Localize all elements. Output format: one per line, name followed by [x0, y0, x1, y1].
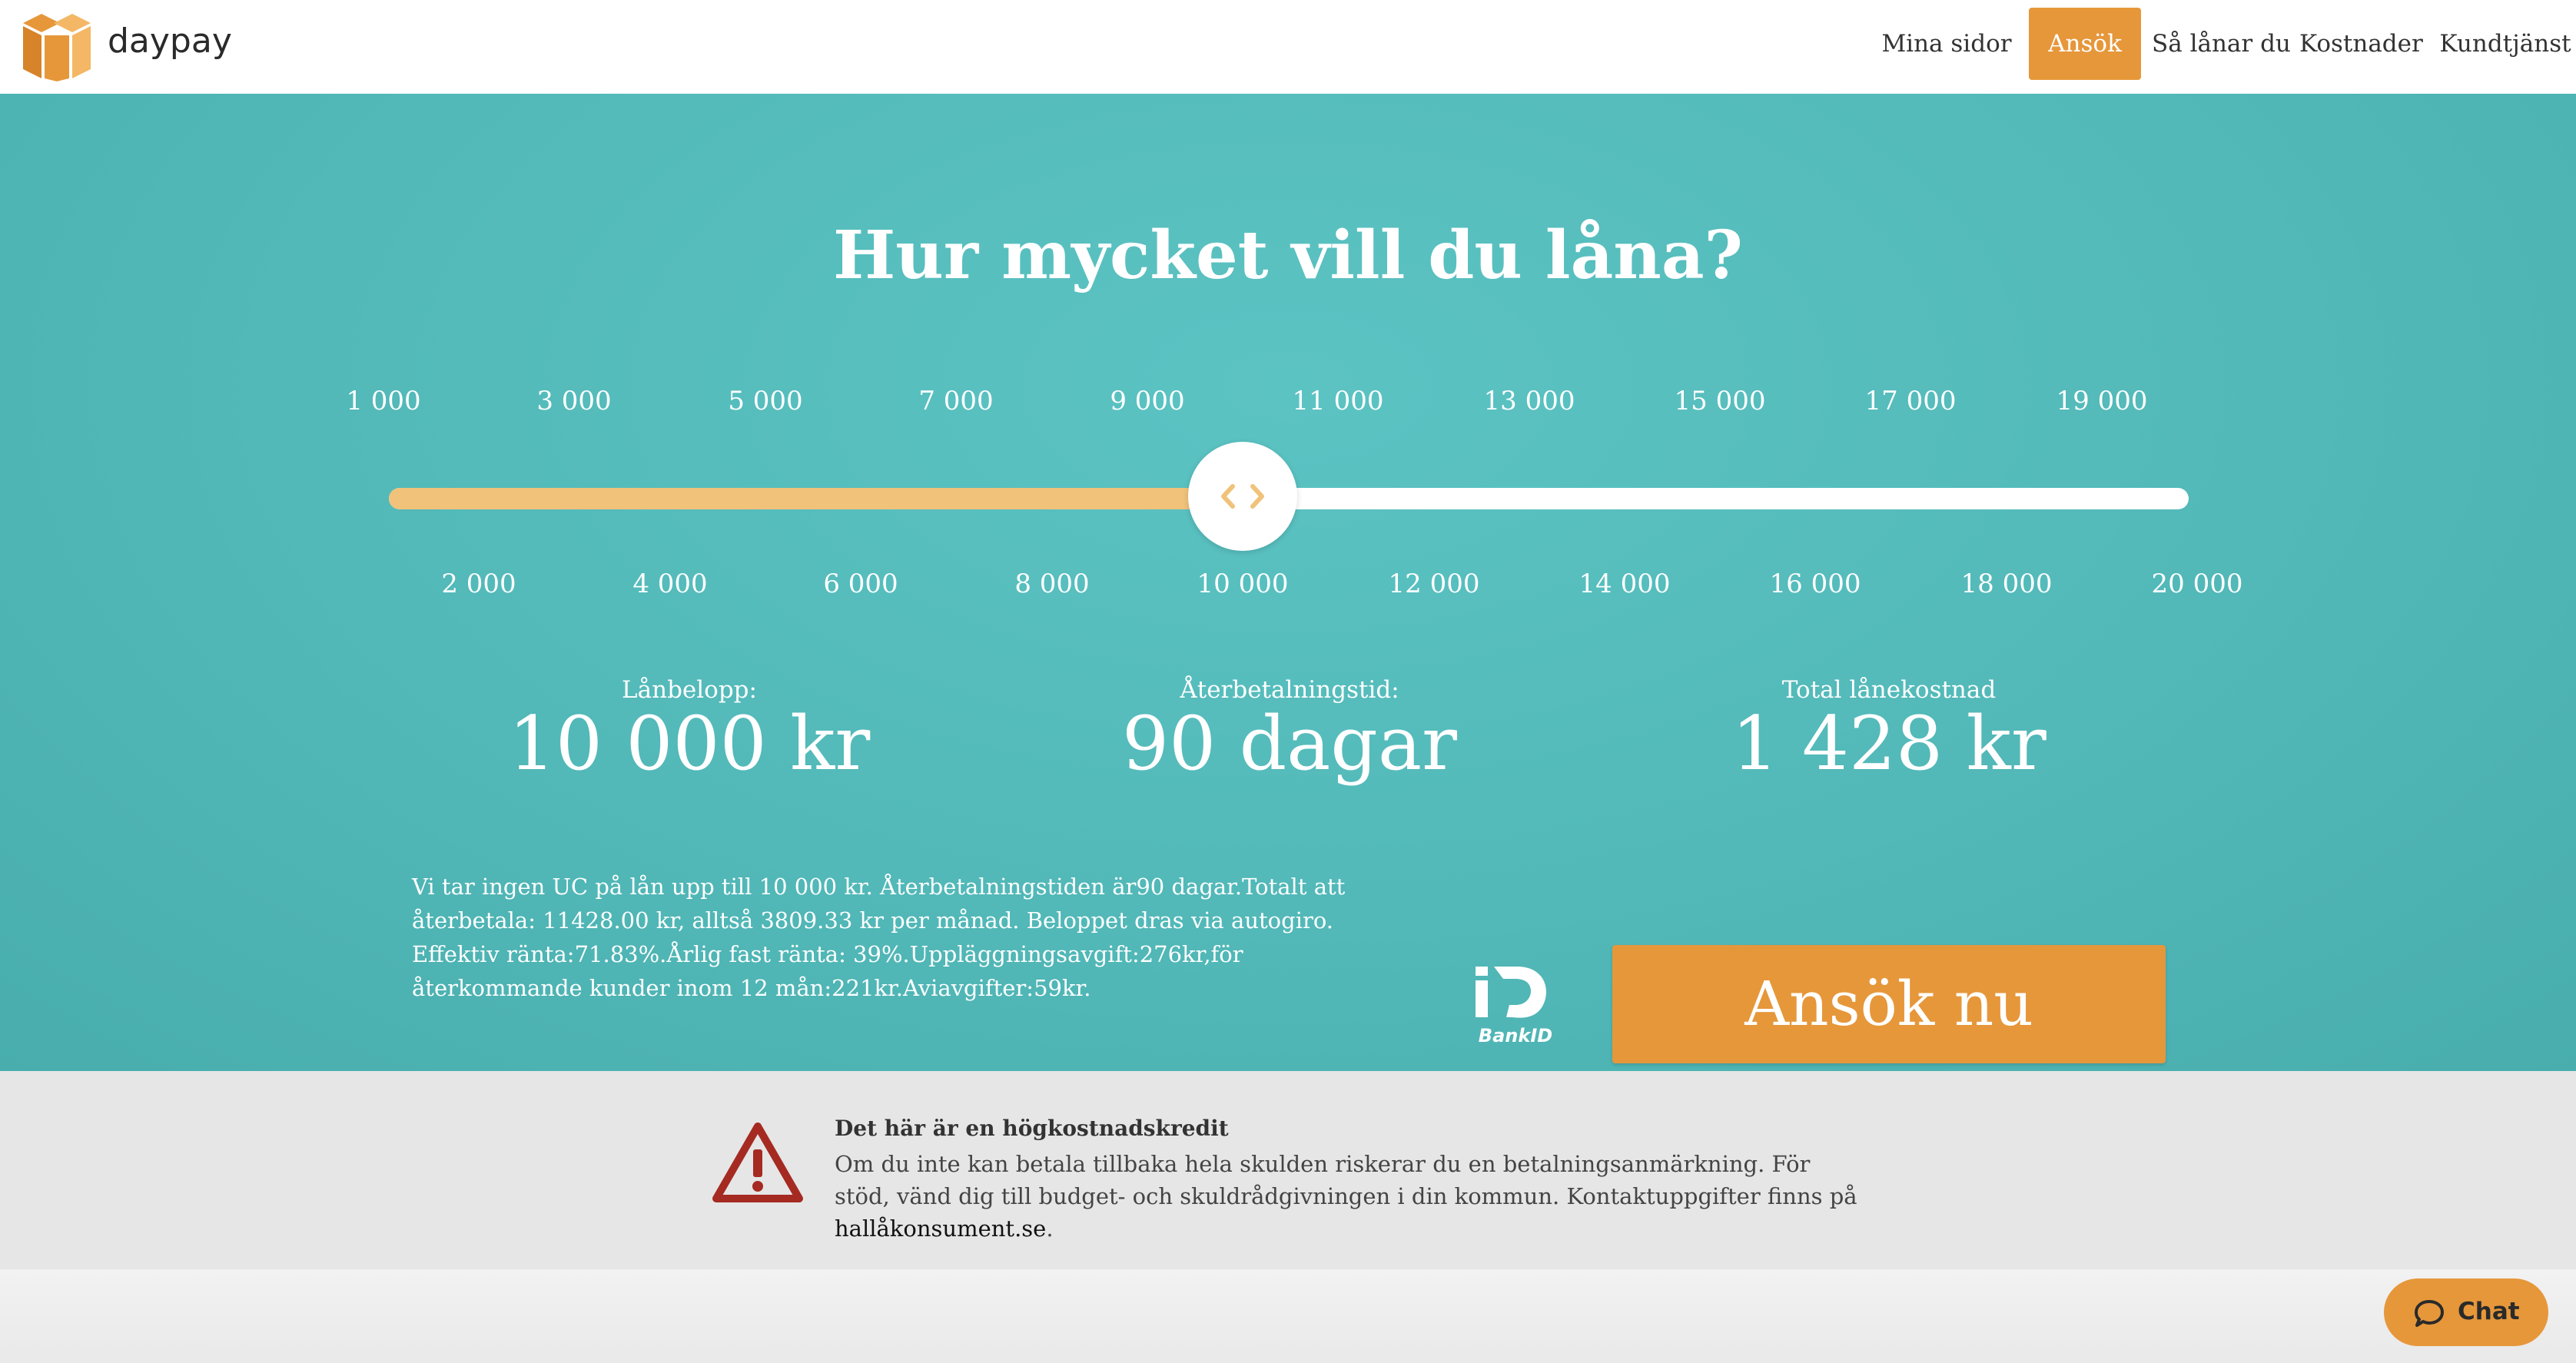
slider-tick-label: 4 000 — [632, 569, 708, 599]
slider-tick-label: 9 000 — [1110, 386, 1185, 416]
slider-tick-label: 15 000 — [1674, 386, 1766, 416]
warning-end: . — [1046, 1215, 1054, 1242]
slider-tick-label: 18 000 — [1960, 569, 2053, 599]
nav-kostnader[interactable]: Kostnader — [2299, 8, 2423, 80]
slider-tick-label: 17 000 — [1864, 386, 1957, 416]
warning-text: Om du inte kan betala tillbaka hela skul… — [835, 1148, 1872, 1245]
slider-tick-label: 7 000 — [918, 386, 994, 416]
warning-triangle-icon — [712, 1123, 803, 1202]
nav-mina-sidor[interactable]: Mina sidor — [1881, 8, 2012, 80]
top-navbar: daypay Mina sidor Ansök Så lånar du Kost… — [0, 0, 2576, 94]
bankid-label: BankID — [1479, 1025, 1552, 1046]
slider-tick-label: 11 000 — [1292, 386, 1384, 416]
total-cost-label: Total lånekostnad — [1781, 676, 1997, 704]
loan-amount-label: Lånbelopp: — [622, 676, 757, 704]
slider-tick-label: 19 000 — [2056, 386, 2148, 416]
chat-label: Chat — [2458, 1298, 2520, 1325]
chat-bubble-icon — [2415, 1300, 2444, 1327]
total-cost-value: 1 428 kr — [1731, 701, 2047, 787]
daypay-logo-icon[interactable] — [18, 11, 95, 81]
slider-tick-label: 1 000 — [346, 386, 421, 416]
apply-now-button[interactable]: Ansök nu — [1612, 945, 2166, 1063]
warning-body: Om du inte kan betala tillbaka hela skul… — [835, 1151, 1857, 1209]
loan-amount-value: 10 000 kr — [508, 701, 871, 787]
slider-tick-label: 10 000 — [1197, 569, 1289, 599]
slider-tick-label: 20 000 — [2151, 569, 2243, 599]
hallakonsument-link[interactable]: hallåkonsument.se — [835, 1215, 1046, 1242]
slider-tick-label: 12 000 — [1388, 569, 1480, 599]
loan-terms-text: Vi tar ingen UC på lån upp till 10 000 k… — [412, 874, 1346, 1001]
high-cost-credit-warning: Det här är en högkostnadskredit Om du in… — [0, 1071, 2576, 1269]
slider-tick-label: 8 000 — [1014, 569, 1090, 599]
slider-handle[interactable] — [1187, 442, 1297, 551]
brand-name[interactable]: daypay — [108, 22, 232, 61]
slider-tick-label: 6 000 — [823, 569, 898, 599]
page-title: Hur mycket vill du låna? — [833, 217, 1743, 294]
chat-button[interactable]: Chat — [2384, 1278, 2548, 1346]
slider-fill — [389, 488, 1243, 509]
repayment-term-label: Återbetalningstid: — [1180, 676, 1399, 704]
footer-area — [0, 1269, 2576, 1363]
slider-tick-label: 2 000 — [441, 569, 516, 599]
repayment-term-value: 90 dagar — [1122, 701, 1457, 787]
slider-tick-label: 5 000 — [728, 386, 803, 416]
nav-sa-lanar-du[interactable]: Så lånar du — [2152, 8, 2291, 80]
bankid-icon: BankID — [1476, 967, 1552, 1046]
slider-tick-label: 14 000 — [1578, 569, 1671, 599]
nav-kundtjanst[interactable]: Kundtjänst — [2438, 8, 2573, 80]
loan-calculator: Hur mycket vill du låna? 1 000 3 000 5 0… — [0, 94, 2576, 1071]
slider-tick-label: 3 000 — [536, 386, 612, 416]
chevron-left-right-icon — [1220, 484, 1264, 509]
warning-title: Det här är en högkostnadskredit — [835, 1116, 1229, 1141]
slider-tick-label: 13 000 — [1483, 386, 1575, 416]
slider-tick-label: 16 000 — [1769, 569, 1861, 599]
nav-ansok[interactable]: Ansök — [2029, 8, 2141, 80]
